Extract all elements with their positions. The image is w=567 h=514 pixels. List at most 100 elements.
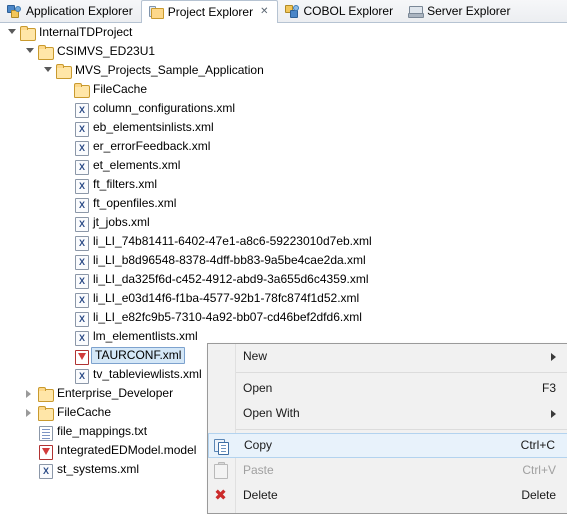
copy-icon: [209, 434, 236, 457]
xml-file-icon: X: [73, 139, 89, 156]
tree-item[interactable]: Xli_LI_e82fc9b5-7310-4a92-bb07-cd46bef2d…: [0, 308, 567, 327]
model-file-icon: [73, 348, 89, 365]
menu-item-open-with[interactable]: Open With: [208, 401, 567, 426]
tree-item[interactable]: InternalTDProject: [0, 23, 567, 42]
tree-item-label: Enterprise_Developer: [57, 386, 174, 400]
project-explorer-icon: [148, 4, 164, 20]
menu-item-label: Remove from Context: [243, 508, 448, 513]
tree-item-label: lm_elementlists.xml: [93, 329, 198, 343]
tree-item-label: ft_filters.xml: [93, 177, 158, 191]
tree-item-label: TAURCONF.xml: [91, 347, 186, 364]
twisty-none: [60, 232, 73, 251]
tree-item[interactable]: Xli_LI_e03d14f6-f1ba-4577-92b1-78fc874f1…: [0, 289, 567, 308]
menu-item-label: Open With: [243, 406, 300, 420]
collapse-arrow-icon[interactable]: [42, 61, 55, 80]
menu-item-label: Delete: [243, 488, 278, 502]
tree-item[interactable]: MVS_Projects_Sample_Application: [0, 61, 567, 80]
xml-file-icon: X: [73, 367, 89, 384]
xml-file-icon: X: [73, 329, 89, 346]
tab-label: Project Explorer: [167, 5, 254, 19]
folder-open-icon: [37, 386, 54, 402]
tab-cobol-explorer[interactable]: COBOL Explorer: [278, 0, 402, 22]
delete-icon: ✖: [214, 486, 227, 504]
folder-open-icon: [19, 25, 36, 41]
twisty-none: [60, 308, 73, 327]
submenu-arrow-icon: [551, 352, 556, 361]
menu-item-new[interactable]: New: [208, 344, 567, 369]
folder-open-icon: [37, 405, 54, 421]
view-tab-bar: Application Explorer Project Explorer ✕ COB…: [0, 0, 567, 24]
tree-item[interactable]: FileCache: [0, 80, 567, 99]
tree-item[interactable]: CSIMVS_ED23U1: [0, 42, 567, 61]
tree-item[interactable]: Xli_LI_74b81411-6402-47e1-a8c6-59223010d…: [0, 232, 567, 251]
twisty-none: [24, 460, 37, 479]
twisty-none: [60, 251, 73, 270]
remove-from-context-icon: [208, 508, 235, 513]
tree-item-label: jt_jobs.xml: [93, 215, 150, 229]
twisty-none: [60, 270, 73, 289]
twisty-none: [24, 441, 37, 460]
close-icon[interactable]: ✕: [260, 7, 268, 17]
twisty-none: [60, 365, 73, 384]
tree-item-label: FileCache: [57, 405, 112, 419]
tree-item[interactable]: Xeb_elementsinlists.xml: [0, 118, 567, 137]
xml-file-icon: X: [73, 120, 89, 137]
collapse-arrow-icon[interactable]: [24, 42, 37, 61]
xml-file-icon: X: [73, 101, 89, 118]
menu-item-open[interactable]: Open F3: [208, 376, 567, 401]
xml-file-icon: X: [73, 196, 89, 213]
tree-item[interactable]: Xet_elements.xml: [0, 156, 567, 175]
tab-project-explorer[interactable]: Project Explorer ✕: [140, 0, 278, 24]
server-explorer-icon: [407, 3, 425, 19]
twisty-none: [60, 213, 73, 232]
twisty-none: [60, 327, 73, 346]
menu-item-no-icon: [208, 376, 235, 401]
menu-item-copy[interactable]: Copy Ctrl+C: [208, 433, 567, 458]
xml-file-icon: X: [73, 310, 89, 327]
folder-open-icon: [37, 44, 54, 60]
tree-item[interactable]: Xli_LI_da325f6d-c452-4912-abd9-3a655d6c4…: [0, 270, 567, 289]
tab-label: COBOL Explorer: [303, 4, 394, 18]
tree-item-label: li_LI_74b81411-6402-47e1-a8c6-59223010d7…: [93, 234, 372, 248]
tree-item-label: CSIMVS_ED23U1: [57, 44, 156, 58]
tree-item[interactable]: Xer_errorFeedback.xml: [0, 137, 567, 156]
twisty-none: [60, 118, 73, 137]
tree-item-label: InternalTDProject: [39, 25, 133, 39]
twisty-none: [60, 194, 73, 213]
tab-server-explorer[interactable]: Server Explorer: [401, 0, 518, 22]
tree-item[interactable]: Xft_openfiles.xml: [0, 194, 567, 213]
paste-icon: [208, 458, 235, 483]
menu-item-remove-from-context: Remove from ContextCtrl+Alt+Shift+Down: [208, 508, 567, 513]
folder-open-icon: [73, 82, 90, 98]
tree-item-label: column_configurations.xml: [93, 101, 236, 115]
tree-item[interactable]: Xli_LI_b8d96548-8378-4dff-bb83-9a5be4cae…: [0, 251, 567, 270]
menu-item-shortcut: Delete: [521, 488, 556, 502]
collapse-arrow-icon[interactable]: [6, 23, 19, 42]
tab-application-explorer[interactable]: Application Explorer: [0, 0, 141, 22]
model-file-icon: [37, 443, 53, 460]
tree-item-label: MVS_Projects_Sample_Application: [75, 63, 264, 77]
tree-item-label: et_elements.xml: [93, 158, 181, 172]
expand-arrow-icon[interactable]: [24, 403, 37, 422]
menu-item-shortcut: Ctrl+V: [522, 463, 556, 477]
twisty-none: [60, 99, 73, 118]
text-file-icon: [37, 424, 53, 441]
xml-file-icon: X: [73, 177, 89, 194]
tree-item[interactable]: Xjt_jobs.xml: [0, 213, 567, 232]
menu-item-shortcut: F3: [541, 381, 556, 395]
twisty-none: [24, 422, 37, 441]
twisty-none: [60, 137, 73, 156]
tab-label: Server Explorer: [427, 4, 511, 18]
tree-item-label: eb_elementsinlists.xml: [93, 120, 214, 134]
context-menu[interactable]: New Open F3 Open With Copy Ctrl+C Paste Ctrl+V ✖…: [207, 343, 567, 514]
application-explorer-icon: [6, 3, 22, 19]
tree-item-label: file_mappings.txt: [57, 424, 148, 438]
twisty-none: [60, 346, 73, 365]
tree-item[interactable]: Xft_filters.xml: [0, 175, 567, 194]
tree-item[interactable]: Xcolumn_configurations.xml: [0, 99, 567, 118]
menu-item-label: Copy: [244, 438, 273, 452]
menu-item-delete[interactable]: ✖ Delete Delete: [208, 483, 567, 508]
twisty-none: [60, 175, 73, 194]
tree-item-label: tv_tableviewlists.xml: [93, 367, 202, 381]
expand-arrow-icon[interactable]: [24, 384, 37, 403]
